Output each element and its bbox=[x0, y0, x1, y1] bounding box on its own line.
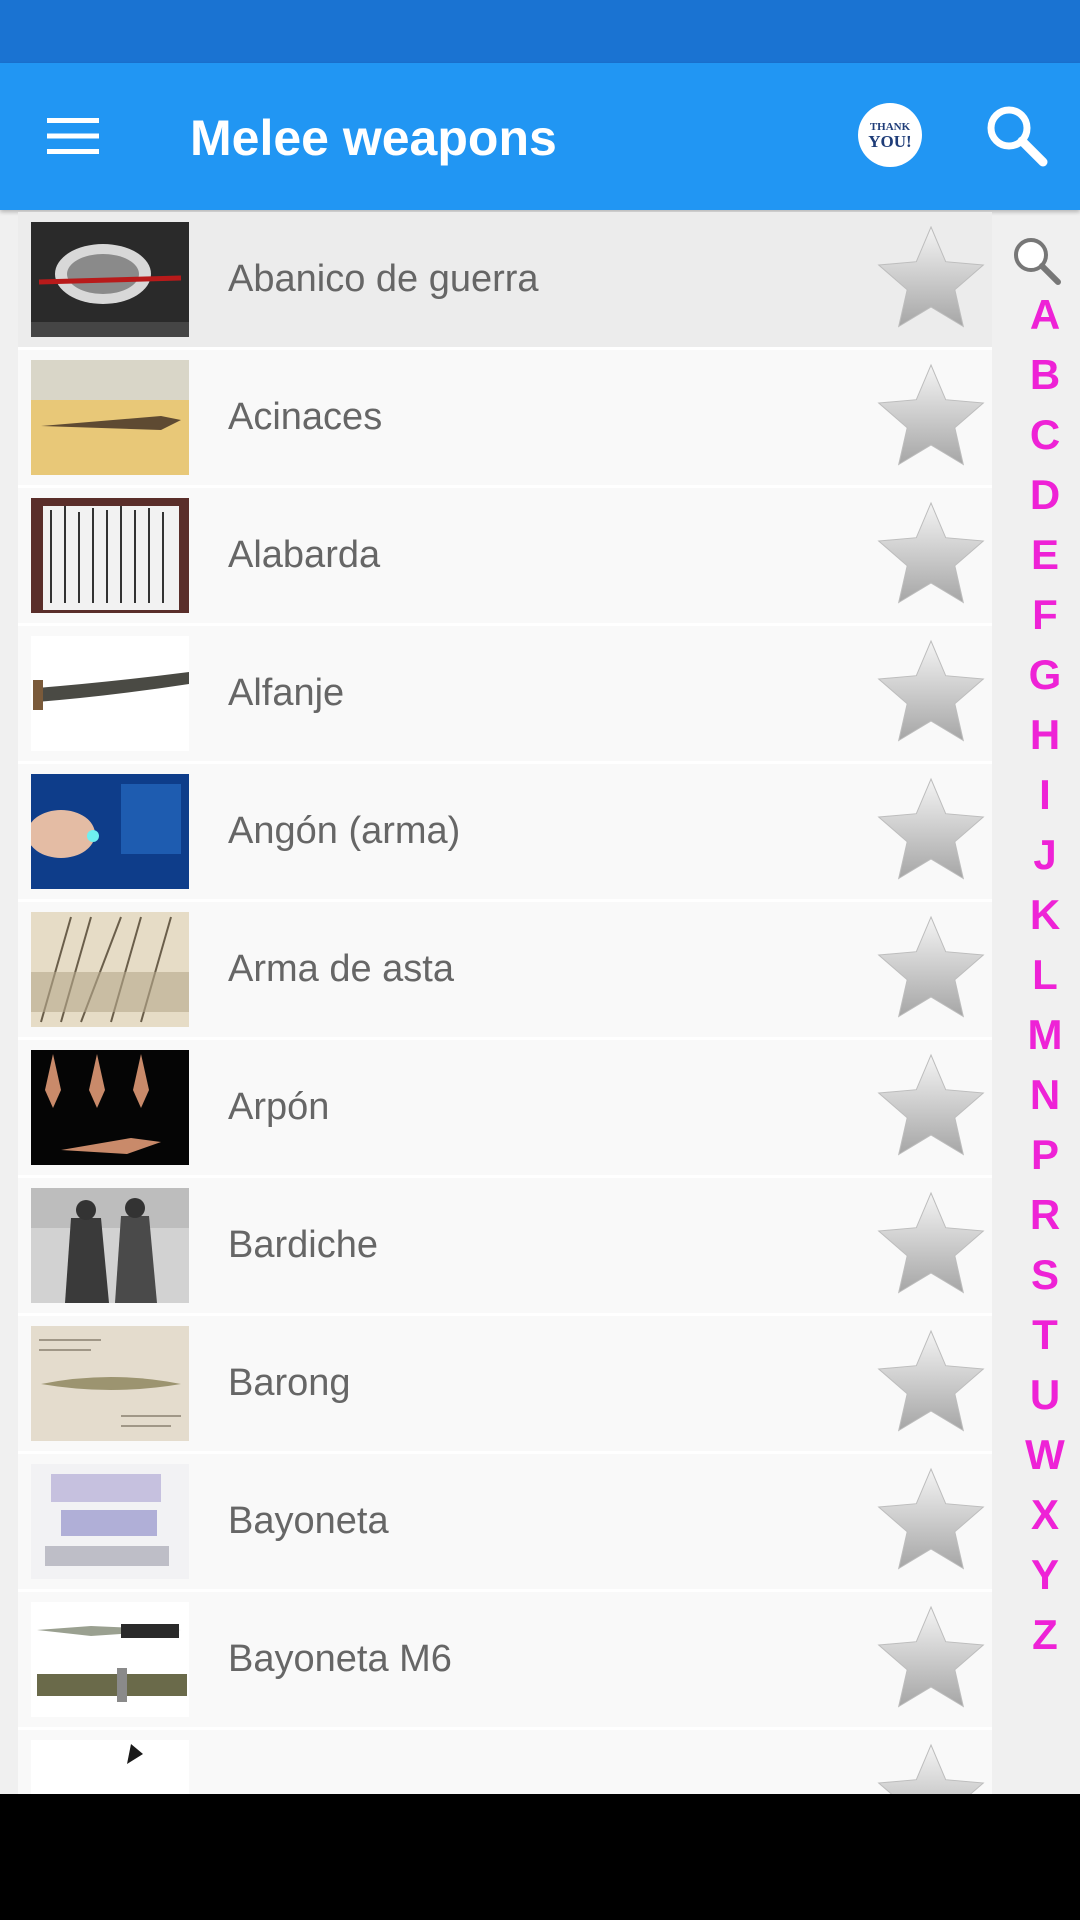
list-item[interactable] bbox=[18, 1730, 992, 1794]
thumbnail-image bbox=[31, 1602, 189, 1717]
weapon-list[interactable]: Abanico de guerra Acinaces Alabarda Alfa… bbox=[18, 212, 992, 1794]
favorite-button[interactable] bbox=[870, 1464, 992, 1579]
favorite-button[interactable] bbox=[870, 222, 992, 337]
list-item[interactable]: Bayoneta bbox=[18, 1454, 992, 1592]
index-letter[interactable]: F bbox=[1000, 590, 1080, 640]
list-item[interactable]: Alfanje bbox=[18, 626, 992, 764]
thanks-badge-bottom: YOU! bbox=[868, 131, 912, 151]
index-search-button[interactable] bbox=[1010, 234, 1062, 286]
list-item[interactable]: Bardiche bbox=[18, 1178, 992, 1316]
index-letter[interactable]: W bbox=[1000, 1430, 1080, 1480]
list-item[interactable]: Abanico de guerra bbox=[18, 212, 992, 350]
star-icon bbox=[877, 225, 985, 328]
index-letter[interactable]: P bbox=[1000, 1130, 1080, 1180]
star-icon bbox=[877, 1191, 985, 1294]
thumbnail-image bbox=[31, 1188, 189, 1303]
index-letter[interactable]: B bbox=[1000, 350, 1080, 400]
list-item-label: Bardiche bbox=[228, 1224, 378, 1266]
app-bar: Melee weapons THANK YOU! bbox=[0, 63, 1080, 210]
star-icon bbox=[877, 777, 985, 880]
thanks-badge-top: THANK bbox=[869, 120, 911, 133]
search-icon bbox=[987, 106, 1048, 167]
list-item[interactable]: Bayoneta M6 bbox=[18, 1592, 992, 1730]
list-item-label: Abanico de guerra bbox=[228, 258, 539, 300]
menu-button[interactable] bbox=[38, 101, 108, 171]
index-letter[interactable]: Y bbox=[1000, 1550, 1080, 1600]
index-letter[interactable]: K bbox=[1000, 890, 1080, 940]
favorite-button[interactable] bbox=[870, 1602, 992, 1717]
index-letter[interactable]: E bbox=[1000, 530, 1080, 580]
favorite-button[interactable] bbox=[870, 1326, 992, 1441]
list-item-label: Bayoneta M6 bbox=[228, 1638, 452, 1680]
thumbnail-image bbox=[31, 912, 189, 1027]
index-letter[interactable]: C bbox=[1000, 410, 1080, 460]
list-item[interactable]: Arpón bbox=[18, 1040, 992, 1178]
index-letter[interactable]: D bbox=[1000, 470, 1080, 520]
alphabet-index[interactable]: A B C D E F G H I J K L M N P R S T U W … bbox=[1000, 228, 1080, 1668]
list-item-label: Angón (arma) bbox=[228, 810, 461, 852]
thumbnail-image bbox=[31, 774, 189, 889]
favorite-button[interactable] bbox=[870, 1740, 992, 1794]
index-letter[interactable]: J bbox=[1000, 830, 1080, 880]
list-item[interactable]: Alabarda bbox=[18, 488, 992, 626]
index-letter[interactable]: X bbox=[1000, 1490, 1080, 1540]
list-item-label: Arma de asta bbox=[228, 948, 454, 990]
favorite-button[interactable] bbox=[870, 636, 992, 751]
index-letter[interactable]: I bbox=[1000, 770, 1080, 820]
thumbnail-image bbox=[31, 1740, 189, 1794]
star-icon bbox=[877, 1467, 985, 1570]
index-letter[interactable]: N bbox=[1000, 1070, 1080, 1120]
index-letter[interactable]: S bbox=[1000, 1250, 1080, 1300]
star-icon bbox=[877, 1605, 985, 1708]
page-title: Melee weapons bbox=[190, 110, 557, 166]
star-icon bbox=[877, 363, 985, 466]
thank-you-button[interactable]: THANK YOU! bbox=[858, 103, 922, 167]
list-item[interactable]: Angón (arma) bbox=[18, 764, 992, 902]
star-icon bbox=[877, 501, 985, 604]
thumbnail-image bbox=[31, 360, 189, 475]
favorite-button[interactable] bbox=[870, 1050, 992, 1165]
system-navigation-bar bbox=[0, 1794, 1080, 1920]
index-letter[interactable]: R bbox=[1000, 1190, 1080, 1240]
magnifier-icon bbox=[1014, 238, 1061, 285]
star-icon bbox=[877, 1053, 985, 1156]
thumbnail-image bbox=[31, 498, 189, 613]
index-letter[interactable]: T bbox=[1000, 1310, 1080, 1360]
thumbnail-image bbox=[31, 222, 189, 337]
star-icon bbox=[877, 915, 985, 1018]
list-item-label: Acinaces bbox=[228, 396, 383, 438]
index-letter[interactable]: L bbox=[1000, 950, 1080, 1000]
thumbnail-image bbox=[31, 1050, 189, 1165]
hamburger-menu-icon bbox=[47, 118, 99, 154]
index-letter[interactable]: G bbox=[1000, 650, 1080, 700]
list-item-label: Bayoneta bbox=[228, 1500, 389, 1542]
thumbnail-image bbox=[31, 1326, 189, 1441]
index-letter[interactable]: A bbox=[1000, 290, 1080, 340]
status-bar bbox=[0, 0, 1080, 63]
list-item[interactable]: Barong bbox=[18, 1316, 992, 1454]
list-item-label: Alabarda bbox=[228, 534, 381, 576]
search-button[interactable] bbox=[980, 99, 1052, 171]
favorite-button[interactable] bbox=[870, 360, 992, 475]
star-icon bbox=[877, 1743, 985, 1794]
list-item[interactable]: Acinaces bbox=[18, 350, 992, 488]
favorite-button[interactable] bbox=[870, 774, 992, 889]
list-item-label: Alfanje bbox=[228, 672, 345, 714]
star-icon bbox=[877, 639, 985, 742]
index-letter[interactable]: Z bbox=[1000, 1610, 1080, 1660]
thumbnail-image bbox=[31, 636, 189, 751]
index-letter[interactable]: M bbox=[1000, 1010, 1080, 1060]
list-item[interactable]: Arma de asta bbox=[18, 902, 992, 1040]
star-icon bbox=[877, 1329, 985, 1432]
index-letter[interactable]: H bbox=[1000, 710, 1080, 760]
list-item-label: Arpón bbox=[228, 1086, 330, 1128]
favorite-button[interactable] bbox=[870, 498, 992, 613]
favorite-button[interactable] bbox=[870, 912, 992, 1027]
list-item-label: Barong bbox=[228, 1362, 351, 1404]
favorite-button[interactable] bbox=[870, 1188, 992, 1303]
index-letter[interactable]: U bbox=[1000, 1370, 1080, 1420]
thumbnail-image bbox=[31, 1464, 189, 1579]
